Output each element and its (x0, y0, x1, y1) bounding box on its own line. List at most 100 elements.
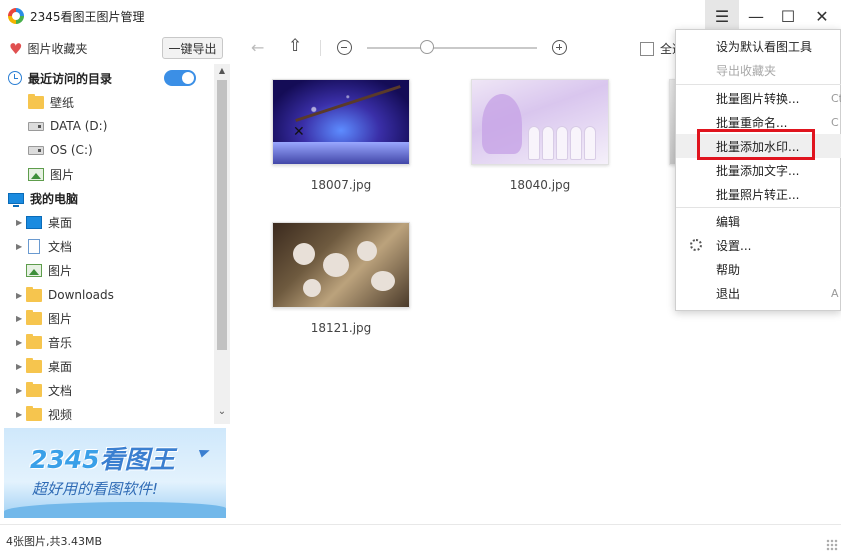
menu-item-set-default[interactable]: 设为默认看图工具 (676, 34, 841, 58)
menu-item-batch-rotate[interactable]: 批量照片转正... (676, 182, 841, 206)
minimize-button[interactable]: — (739, 0, 773, 32)
folder-icon (28, 93, 44, 109)
menu-item-export-favorites: 导出收藏夹 (676, 58, 841, 82)
hamburger-icon: ☰ (714, 6, 730, 26)
menu-item-label: 帮助 (716, 262, 741, 277)
resize-grip-icon[interactable] (826, 539, 838, 551)
banner-brand: 2345看图王 (30, 440, 175, 476)
minimize-icon: — (748, 6, 764, 26)
menu-item-label: 批量重命名... (716, 115, 788, 130)
scroll-up-icon[interactable]: ▲ (214, 66, 230, 80)
export-button[interactable]: 一键导出 (162, 37, 223, 59)
app-title: 2345看图王图片管理 (30, 10, 145, 24)
tree-item-videos[interactable]: ▶ 视频 (0, 402, 214, 426)
tree-item-music[interactable]: ▶ 音乐 (0, 330, 214, 354)
tree-item-documents[interactable]: ▶ 文档 (0, 234, 214, 258)
zoom-slider-handle[interactable] (419, 40, 434, 54)
menu-item-exit[interactable]: 退出 A (676, 281, 841, 305)
sidebar: 最近访问的目录 壁纸 DATA (D:) OS (C:) 图片 我的电脑 ▶ 桌… (0, 64, 230, 424)
image-filename[interactable]: 18121.jpg (272, 321, 410, 335)
image-thumbnail[interactable]: ✕ (272, 79, 410, 165)
menu-shortcut: Ct (831, 91, 841, 105)
zoom-in-icon[interactable] (552, 40, 567, 55)
menu-item-batch-convert[interactable]: 批量图片转换... Ct (676, 86, 841, 110)
maximize-icon: ☐ (780, 6, 796, 26)
toolbar-divider (320, 40, 321, 56)
recent-dirs-toggle[interactable] (164, 70, 196, 86)
menu-item-edit[interactable]: 编辑 (676, 209, 841, 233)
tree-item-pictures[interactable]: 图片 (0, 258, 214, 282)
image-thumbnail[interactable] (471, 79, 609, 165)
tree-item-label: 壁纸 (50, 95, 75, 110)
image-thumbnail[interactable] (272, 222, 410, 308)
tree-item-label: 文档 (48, 239, 73, 254)
clock-icon (8, 71, 22, 85)
picture-icon (28, 167, 44, 181)
computer-icon (8, 192, 24, 207)
tree-item-pictures-recent[interactable]: 图片 (0, 162, 214, 186)
banner-cloud-decoration (4, 502, 226, 518)
menu-divider (676, 207, 841, 208)
menu-item-settings[interactable]: 设置... (676, 233, 841, 257)
my-computer-title: 我的电脑 (30, 191, 79, 206)
sidebar-scrollbar[interactable]: ▲ ⌄ (214, 64, 230, 424)
tree-item-pictures-folder[interactable]: ▶ 图片 (0, 306, 214, 330)
tree-item-label: Downloads (48, 288, 114, 302)
scrollbar-thumb[interactable] (217, 80, 227, 350)
expand-arrow-icon[interactable]: ▶ (16, 218, 26, 227)
image-filename[interactable]: 18040.jpg (471, 178, 609, 192)
tree-item-drive-c[interactable]: OS (C:) (0, 138, 214, 162)
tree-item-downloads[interactable]: ▶ Downloads (0, 283, 214, 307)
menu-item-batch-add-text[interactable]: 批量添加文字... (676, 158, 841, 182)
status-text: 4张图片,共3.43MB (6, 535, 103, 548)
maximize-button[interactable]: ☐ (771, 0, 805, 32)
zoom-out-icon[interactable] (337, 40, 352, 55)
menu-item-label: 设为默认看图工具 (716, 39, 813, 54)
expand-arrow-icon[interactable]: ▶ (16, 314, 26, 323)
tree-item-label: DATA (D:) (50, 119, 108, 133)
menu-item-label: 设置... (716, 238, 752, 253)
my-computer-header[interactable]: 我的电脑 (0, 186, 214, 210)
folder-icon (26, 357, 42, 373)
promo-banner[interactable]: 2345看图王 超好用的看图软件! (4, 428, 226, 518)
folder-icon (26, 309, 42, 325)
menu-item-label: 批量添加文字... (716, 163, 800, 178)
close-icon: ✕ (815, 6, 829, 26)
tree-item-label: 图片 (48, 311, 73, 326)
tree-item-documents-folder[interactable]: ▶ 文档 (0, 378, 214, 402)
expand-arrow-icon[interactable]: ▶ (16, 242, 26, 251)
back-arrow-icon[interactable]: ← (251, 38, 264, 57)
main-menu-button[interactable]: ☰ (705, 0, 739, 32)
status-bar: 4张图片,共3.43MB (0, 524, 841, 552)
favorites-button[interactable]: ♥ 图片收藏夹 (9, 40, 87, 57)
tree-item-wallpaper[interactable]: 壁纸 (0, 90, 214, 114)
scroll-down-icon[interactable]: ⌄ (214, 406, 230, 420)
tree-item-label: 视频 (48, 407, 73, 422)
expand-arrow-icon[interactable]: ▶ (16, 338, 26, 347)
tree-item-desktop-folder[interactable]: ▶ 桌面 (0, 354, 214, 378)
menu-shortcut: A (831, 286, 839, 300)
menu-item-help[interactable]: 帮助 (676, 257, 841, 281)
drive-icon (28, 121, 44, 131)
close-button[interactable]: ✕ (805, 0, 839, 32)
image-filename[interactable]: 18007.jpg (272, 178, 410, 192)
tree-item-label: 音乐 (48, 335, 73, 350)
x-mark-icon: ✕ (293, 124, 305, 140)
heart-icon: ♥ (9, 39, 23, 58)
expand-arrow-icon[interactable]: ▶ (16, 386, 26, 395)
tree-item-drive-d[interactable]: DATA (D:) (0, 114, 214, 138)
expand-arrow-icon[interactable]: ▶ (16, 410, 26, 419)
zoom-slider-track[interactable] (367, 47, 537, 49)
checkbox-icon[interactable] (640, 41, 654, 56)
menu-item-label: 退出 (716, 286, 741, 301)
tree-item-label: 文档 (48, 383, 73, 398)
paper-plane-icon (198, 446, 212, 458)
expand-arrow-icon[interactable]: ▶ (16, 362, 26, 371)
tree-item-desktop[interactable]: ▶ 桌面 (0, 210, 214, 234)
tree-item-label: OS (C:) (50, 143, 93, 157)
recent-dirs-title: 最近访问的目录 (28, 71, 113, 86)
tree-item-label: 图片 (48, 263, 73, 278)
folder-icon (26, 333, 42, 349)
up-folder-icon[interactable]: ⇧ (288, 36, 302, 56)
expand-arrow-icon[interactable]: ▶ (16, 291, 26, 300)
